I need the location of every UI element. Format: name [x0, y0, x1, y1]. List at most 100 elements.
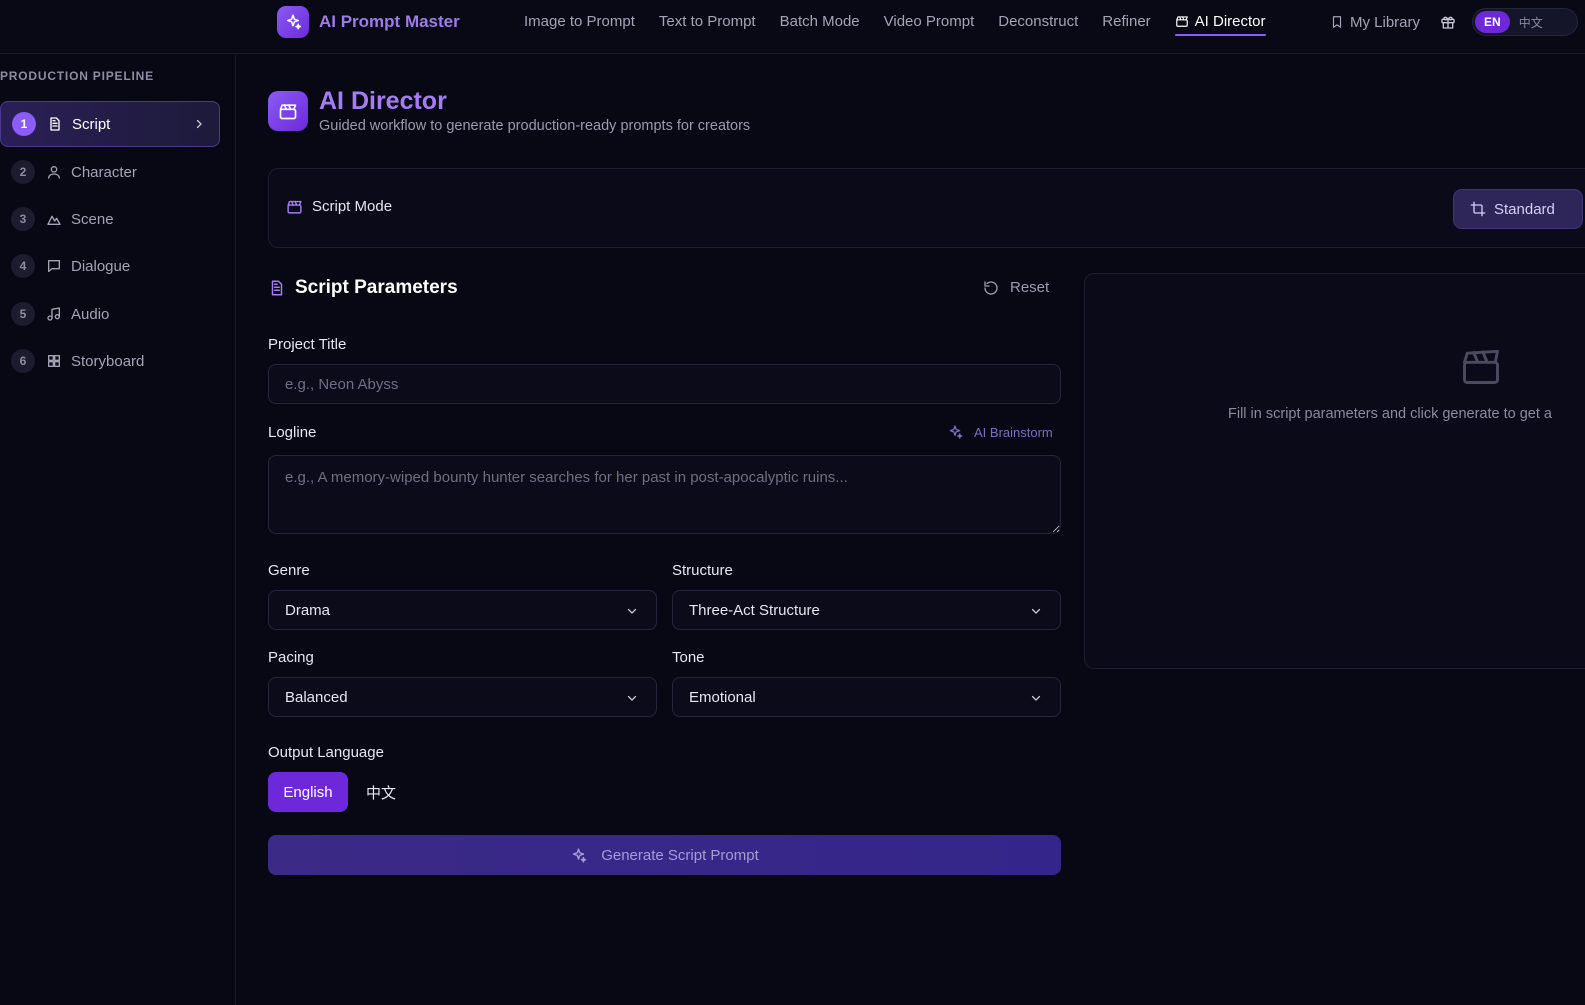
output-language-english-button[interactable]: English — [268, 772, 348, 812]
clapperboard-icon — [1459, 344, 1503, 388]
speech-bubble-icon — [46, 258, 62, 274]
lang-en-option[interactable]: EN — [1475, 11, 1510, 33]
structure-select[interactable]: Three-Act Structure — [672, 590, 1061, 630]
project-title-input[interactable] — [268, 364, 1061, 404]
nav-label: Deconstruct — [998, 12, 1079, 30]
tone-label: Tone — [672, 649, 705, 666]
main-nav: Image to Prompt Text to Prompt Batch Mod… — [524, 0, 1290, 42]
genre-label: Genre — [268, 562, 310, 579]
mountain-icon — [46, 211, 62, 227]
sidebar: PRODUCTION PIPELINE 1 Script 2 Character… — [0, 55, 236, 1005]
chevron-down-icon — [626, 605, 638, 617]
step-number: 6 — [11, 349, 35, 373]
language-toggle: EN 中文 — [1472, 8, 1579, 36]
lang-zh-option[interactable]: 中文 — [1510, 11, 1552, 33]
step-label: Script — [72, 115, 111, 133]
generate-label: Generate Script Prompt — [601, 846, 759, 864]
mode-card: Script Mode Standard — [268, 168, 1585, 248]
tone-value: Emotional — [689, 688, 756, 706]
sidebar-step-scene[interactable]: 3 Scene — [0, 196, 220, 242]
script-mode-label: Script Mode — [286, 198, 392, 215]
generate-script-prompt-button[interactable]: Generate Script Prompt — [268, 835, 1061, 875]
step-label: Storyboard — [71, 352, 145, 370]
library-label: My Library — [1350, 13, 1421, 31]
structure-value: Three-Act Structure — [689, 601, 820, 619]
nav-label: Image to Prompt — [524, 12, 635, 30]
output-language-label: Output Language — [268, 744, 384, 761]
sidebar-step-audio[interactable]: 5 Audio — [0, 291, 220, 337]
top-bar: AI Prompt Master Image to Prompt Text to… — [0, 0, 1585, 54]
standard-mode-button[interactable]: Standard — [1453, 189, 1583, 229]
clapperboard-icon — [268, 91, 308, 131]
mode-label-text: Script Mode — [312, 198, 393, 215]
step-label: Scene — [71, 210, 114, 228]
document-icon — [268, 279, 286, 297]
page-title: AI Director — [319, 87, 447, 115]
step-number: 4 — [11, 254, 35, 278]
top-right-controls: My Library EN 中文 — [1330, 8, 1579, 36]
section-title: Script Parameters — [295, 277, 458, 298]
brainstorm-label: AI Brainstorm — [974, 424, 1053, 440]
sidebar-step-script[interactable]: 1 Script — [0, 101, 220, 147]
nav-label: Text to Prompt — [658, 12, 756, 30]
nav-ai-director[interactable]: AI Director — [1174, 0, 1266, 42]
preview-empty-text: Fill in script parameters and click gene… — [1228, 406, 1552, 422]
pacing-label: Pacing — [268, 649, 314, 666]
nav-text-to-prompt[interactable]: Text to Prompt — [659, 0, 756, 42]
reset-button[interactable]: Reset — [983, 279, 1049, 296]
clapperboard-icon — [286, 198, 303, 215]
script-parameters-header: Script Parameters — [268, 277, 458, 299]
pacing-value: Balanced — [285, 688, 348, 706]
nav-deconstruct[interactable]: Deconstruct — [998, 0, 1078, 42]
project-title-label: Project Title — [268, 336, 347, 353]
tone-select[interactable]: Emotional — [672, 677, 1061, 717]
nav-batch-mode[interactable]: Batch Mode — [780, 0, 860, 42]
structure-label: Structure — [672, 562, 733, 579]
output-language-chinese-button[interactable]: 中文 — [356, 772, 406, 812]
page-subtitle: Guided workflow to generate production-r… — [319, 118, 751, 134]
nav-video-prompt[interactable]: Video Prompt — [884, 0, 975, 42]
nav-label: AI Director — [1194, 12, 1266, 30]
sparkle-icon — [570, 847, 587, 864]
gift-icon[interactable] — [1440, 14, 1456, 30]
ai-brainstorm-button[interactable]: AI Brainstorm — [947, 424, 1053, 440]
bookmark-icon — [1330, 14, 1344, 30]
nav-refiner[interactable]: Refiner — [1102, 0, 1150, 42]
genre-value: Drama — [285, 601, 331, 619]
logline-textarea[interactable] — [268, 455, 1061, 534]
my-library-link[interactable]: My Library — [1330, 14, 1420, 31]
grid-icon — [46, 353, 62, 369]
step-number: 1 — [12, 112, 36, 136]
nav-label: Refiner — [1102, 12, 1151, 30]
step-number: 5 — [11, 302, 35, 326]
sidebar-step-storyboard[interactable]: 6 Storyboard — [0, 338, 220, 384]
standard-label: Standard — [1494, 200, 1555, 218]
main-content: AI Director Guided workflow to generate … — [237, 55, 1585, 1005]
step-number: 3 — [11, 207, 35, 231]
sidebar-step-dialogue[interactable]: 4 Dialogue — [0, 243, 220, 289]
sidebar-title: PRODUCTION PIPELINE — [0, 69, 154, 83]
pacing-select[interactable]: Balanced — [268, 677, 657, 717]
user-icon — [46, 164, 62, 180]
app-name: AI Prompt Master — [319, 12, 460, 31]
step-number: 2 — [11, 160, 35, 184]
clapperboard-icon — [1175, 14, 1189, 28]
sidebar-step-character[interactable]: 2 Character — [0, 149, 220, 195]
crop-icon — [1470, 201, 1486, 217]
chevron-down-icon — [1030, 605, 1042, 617]
chevron-down-icon — [626, 692, 638, 704]
reset-label: Reset — [1010, 279, 1050, 296]
genre-select[interactable]: Drama — [268, 590, 657, 630]
step-label: Audio — [71, 305, 110, 323]
chevron-down-icon — [1030, 692, 1042, 704]
sparkle-icon — [277, 6, 309, 38]
nav-image-to-prompt[interactable]: Image to Prompt — [524, 0, 635, 42]
music-note-icon — [46, 306, 62, 322]
logline-label: Logline — [268, 424, 317, 441]
brand[interactable]: AI Prompt Master — [277, 5, 460, 39]
sparkle-icon — [947, 424, 963, 440]
nav-label: Video Prompt — [883, 12, 975, 30]
document-icon — [47, 116, 63, 132]
step-label: Character — [71, 163, 137, 181]
reset-icon — [983, 280, 999, 296]
